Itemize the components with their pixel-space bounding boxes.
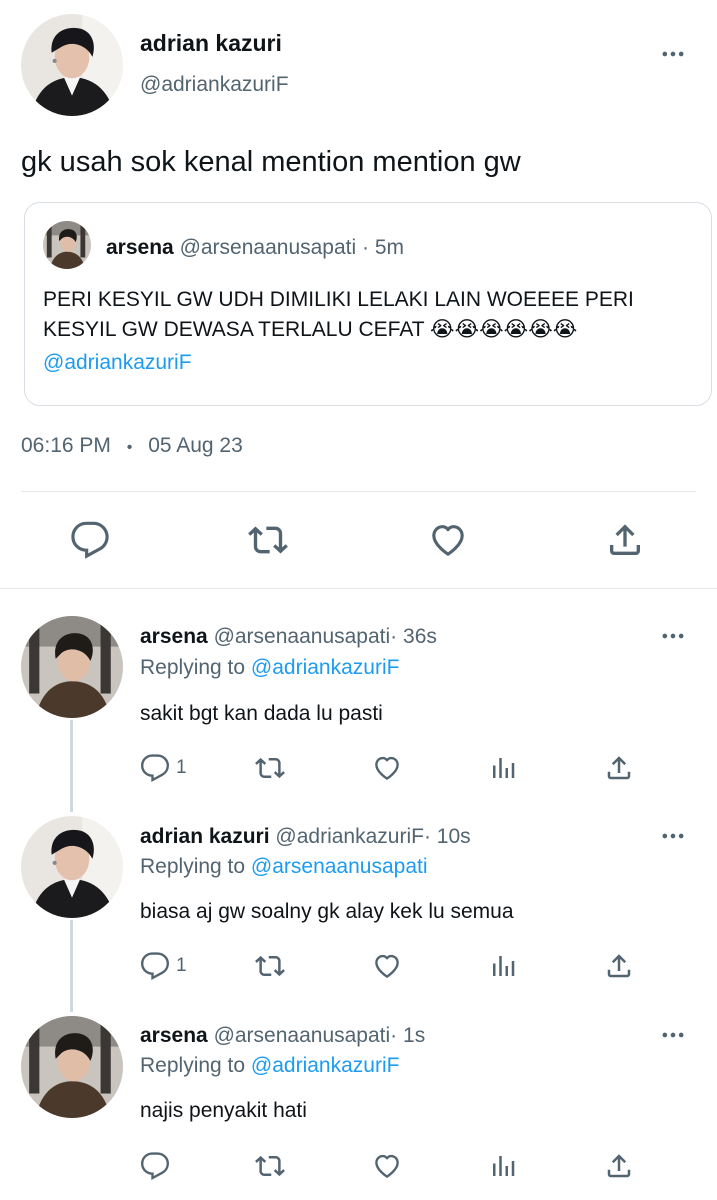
replying-label: Replying to [140, 656, 246, 679]
analytics-icon[interactable] [488, 1148, 518, 1184]
avatar[interactable] [21, 1016, 123, 1118]
heart-icon[interactable] [372, 1148, 402, 1184]
replying-to: Replying to @arsenaanusapati [140, 855, 428, 879]
replying-label: Replying to [140, 855, 246, 878]
retweet-icon[interactable] [255, 750, 285, 786]
reply-count: 1 [176, 955, 187, 976]
more-icon[interactable] [659, 40, 687, 68]
comment-icon[interactable] [70, 520, 110, 560]
reply-button[interactable] [140, 1148, 176, 1184]
tweet-text: gk usah sok kenal mention mention gw [21, 146, 521, 178]
separator: · [362, 236, 370, 259]
reply-header: arsena @arsenaanusapati· 1s [140, 1024, 425, 1048]
avatar[interactable] [21, 616, 123, 718]
quote-mention-link[interactable]: @adriankazuriF [43, 351, 192, 375]
replying-label: Replying to [140, 1054, 246, 1077]
quote-time: 5m [374, 236, 405, 259]
divider [21, 491, 696, 492]
share-icon[interactable] [604, 750, 634, 786]
reply-author-name[interactable]: arsena [140, 625, 208, 648]
replying-to-link[interactable]: @adriankazuriF [251, 1054, 400, 1077]
more-icon[interactable] [659, 822, 687, 850]
replying-to: Replying to @adriankazuriF [140, 1054, 399, 1078]
share-icon[interactable] [605, 520, 645, 560]
tweet-timestamp: 06:16 PM • 05 Aug 23 [21, 434, 243, 458]
reply-time: 10s [436, 825, 471, 848]
quote-header: arsena @arsenaanusapati · 5m [106, 236, 404, 260]
quote-text: PERI KESYIL GW UDH DIMILIKI LELAKI LAIN … [43, 288, 634, 341]
share-icon[interactable] [604, 948, 634, 984]
retweet-icon[interactable] [255, 1148, 285, 1184]
comment-icon[interactable] [140, 1151, 170, 1181]
separator: • [126, 439, 133, 456]
reply-text: biasa aj gw soalny gk alay kek lu semua [140, 900, 514, 923]
reply-author-name[interactable]: adrian kazuri [140, 825, 270, 848]
reply-count: 1 [176, 757, 187, 778]
comment-icon[interactable] [140, 951, 170, 981]
reply-button[interactable]: 1 [140, 948, 187, 984]
separator: · [423, 825, 431, 848]
reply-header: arsena @arsenaanusapati· 36s [140, 625, 437, 649]
analytics-icon[interactable] [488, 750, 518, 786]
replying-to: Replying to @adriankazuriF [140, 656, 399, 680]
thread-line [70, 720, 73, 812]
heart-icon[interactable] [372, 948, 402, 984]
analytics-icon[interactable] [488, 948, 518, 984]
divider [0, 588, 717, 589]
replying-to-link[interactable]: @adriankazuriF [251, 656, 400, 679]
tweet-time[interactable]: 06:16 PM [21, 434, 111, 457]
comment-icon[interactable] [140, 753, 170, 783]
share-icon[interactable] [604, 1148, 634, 1184]
separator: · [390, 1024, 398, 1047]
reply-author-handle[interactable]: @adriankazuriF [275, 825, 424, 848]
tweet-date[interactable]: 05 Aug 23 [148, 434, 243, 457]
avatar[interactable] [43, 221, 91, 269]
quoted-tweet[interactable]: arsena @arsenaanusapati · 5m PERI KESYIL… [24, 202, 712, 406]
heart-icon[interactable] [372, 750, 402, 786]
reply-time: 36s [403, 625, 437, 648]
thread-line [70, 920, 73, 1012]
retweet-icon[interactable] [248, 520, 288, 560]
reply-author-name[interactable]: arsena [140, 1024, 208, 1047]
avatar[interactable] [21, 14, 123, 116]
replying-to-link[interactable]: @arsenaanusapati [251, 855, 428, 878]
reply-header: adrian kazuri @adriankazuriF· 10s [140, 825, 471, 849]
reply-time: 1s [403, 1024, 426, 1047]
separator: · [390, 625, 398, 648]
quote-author-handle[interactable]: @arsenaanusapati [180, 236, 357, 259]
quote-author-name[interactable]: arsena [106, 236, 174, 259]
retweet-icon[interactable] [255, 948, 285, 984]
avatar[interactable] [21, 816, 123, 918]
reply-text: sakit bgt kan dada lu pasti [140, 702, 383, 725]
reply-text: najis penyakit hati [140, 1099, 307, 1122]
heart-icon[interactable] [428, 520, 468, 560]
author-handle[interactable]: @adriankazuriF [140, 73, 289, 97]
reply-button[interactable]: 1 [140, 750, 187, 786]
author-name[interactable]: adrian kazuri [140, 30, 282, 57]
more-icon[interactable] [659, 622, 687, 650]
more-icon[interactable] [659, 1021, 687, 1049]
reply-author-handle[interactable]: @arsenaanusapati [214, 625, 391, 648]
reply-author-handle[interactable]: @arsenaanusapati [214, 1024, 391, 1047]
